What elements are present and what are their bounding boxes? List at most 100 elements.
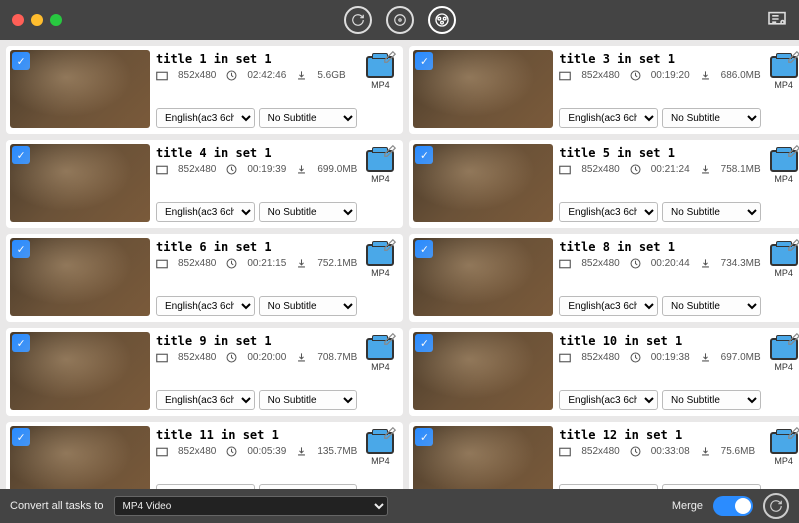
resolution-icon (559, 259, 571, 269)
format-badge-label: MP4 (774, 456, 793, 466)
resolution-icon (156, 71, 168, 81)
size-value: 5.6GB (317, 70, 345, 81)
disc-tab[interactable] (386, 6, 414, 34)
start-convert-button[interactable] (763, 493, 789, 519)
subtitle-select[interactable]: No Subtitle (259, 108, 358, 128)
select-checkbox[interactable]: ✓ (415, 52, 433, 70)
subtitle-select[interactable]: No Subtitle (662, 296, 761, 316)
duration-value: 00:33:08 (651, 446, 690, 457)
select-checkbox[interactable]: ✓ (415, 146, 433, 164)
thumbnail[interactable]: ✓ (10, 238, 150, 316)
size-value: 734.3MB (721, 258, 761, 269)
task-title: title 5 in set 1 (559, 146, 760, 160)
select-checkbox[interactable]: ✓ (12, 240, 30, 258)
close-window-button[interactable] (12, 14, 24, 26)
task-title: title 4 in set 1 (156, 146, 357, 160)
size-value: 135.7MB (317, 446, 357, 457)
thumbnail[interactable]: ✓ (413, 426, 553, 489)
resolution-icon (559, 353, 571, 363)
select-checkbox[interactable]: ✓ (12, 52, 30, 70)
resolution-value: 852x480 (581, 70, 619, 81)
select-checkbox[interactable]: ✓ (12, 146, 30, 164)
download-icon (700, 352, 711, 363)
task-card: ✓ title 12 in set 1 852x480 00:33:08 75.… (409, 422, 799, 489)
edit-icon[interactable] (383, 238, 397, 255)
edit-icon[interactable] (787, 238, 799, 255)
audio-track-select[interactable]: English(ac3 6ch) (156, 108, 255, 128)
resolution-icon (156, 353, 168, 363)
thumbnail[interactable]: ✓ (413, 144, 553, 222)
select-checkbox[interactable]: ✓ (415, 334, 433, 352)
thumbnail[interactable]: ✓ (10, 144, 150, 222)
task-title: title 8 in set 1 (559, 240, 760, 254)
resolution-value: 852x480 (178, 164, 216, 175)
format-badge-label: MP4 (774, 268, 793, 278)
task-title: title 12 in set 1 (559, 428, 760, 442)
audio-track-select[interactable]: English(ac3 6ch) (559, 390, 658, 410)
thumbnail[interactable]: ✓ (10, 426, 150, 489)
download-icon (700, 164, 711, 175)
subtitle-select[interactable]: No Subtitle (662, 484, 761, 489)
download-icon (700, 446, 711, 457)
duration-value: 02:42:46 (247, 70, 286, 81)
resolution-value: 852x480 (178, 446, 216, 457)
task-title: title 9 in set 1 (156, 334, 357, 348)
select-checkbox[interactable]: ✓ (415, 428, 433, 446)
clock-icon (226, 70, 237, 81)
duration-value: 00:20:00 (247, 352, 286, 363)
audio-track-select[interactable]: English(ac3 6ch) (559, 108, 658, 128)
subtitle-select[interactable]: No Subtitle (662, 108, 761, 128)
thumbnail[interactable]: ✓ (413, 238, 553, 316)
thumbnail[interactable]: ✓ (10, 50, 150, 128)
audio-track-select[interactable]: English(ac3 6ch) (559, 202, 658, 222)
subtitle-select[interactable]: No Subtitle (259, 390, 358, 410)
edit-icon[interactable] (787, 332, 799, 349)
minimize-window-button[interactable] (31, 14, 43, 26)
download-icon (700, 258, 711, 269)
subtitle-select[interactable]: No Subtitle (259, 202, 358, 222)
subtitle-select[interactable]: No Subtitle (259, 484, 358, 489)
task-card: ✓ title 1 in set 1 852x480 02:42:46 5.6G… (6, 46, 403, 134)
thumbnail[interactable]: ✓ (413, 332, 553, 410)
duration-value: 00:19:38 (651, 352, 690, 363)
format-badge-label: MP4 (371, 268, 390, 278)
clock-icon (630, 446, 641, 457)
thumbnail[interactable]: ✓ (413, 50, 553, 128)
merge-toggle[interactable] (713, 496, 753, 516)
size-value: 758.1MB (721, 164, 761, 175)
thumbnail[interactable]: ✓ (10, 332, 150, 410)
video-tab[interactable] (428, 6, 456, 34)
task-title: title 3 in set 1 (559, 52, 760, 66)
edit-icon[interactable] (383, 332, 397, 349)
edit-icon[interactable] (787, 426, 799, 443)
select-checkbox[interactable]: ✓ (12, 334, 30, 352)
audio-track-select[interactable]: English(ac3 6ch) (156, 202, 255, 222)
edit-icon[interactable] (383, 144, 397, 161)
edit-icon[interactable] (383, 50, 397, 67)
audio-track-select[interactable]: English(ac3 2ch) (559, 484, 658, 489)
audio-track-select[interactable]: English(ac3 6ch) (156, 296, 255, 316)
duration-value: 00:19:20 (651, 70, 690, 81)
size-value: 752.1MB (317, 258, 357, 269)
playlist-icon[interactable] (767, 11, 787, 30)
resolution-icon (559, 165, 571, 175)
subtitle-select[interactable]: No Subtitle (662, 202, 761, 222)
refresh-tab[interactable] (344, 6, 372, 34)
size-value: 708.7MB (317, 352, 357, 363)
zoom-window-button[interactable] (50, 14, 62, 26)
output-format-select[interactable]: MP4 Video (114, 496, 388, 516)
subtitle-select[interactable]: No Subtitle (259, 296, 358, 316)
audio-track-select[interactable]: English(ac3 2ch) (156, 484, 255, 489)
subtitle-select[interactable]: No Subtitle (662, 390, 761, 410)
task-card: ✓ title 10 in set 1 852x480 00:19:38 697… (409, 328, 799, 416)
select-checkbox[interactable]: ✓ (12, 428, 30, 446)
clock-icon (226, 164, 237, 175)
select-checkbox[interactable]: ✓ (415, 240, 433, 258)
resolution-value: 852x480 (581, 164, 619, 175)
edit-icon[interactable] (787, 144, 799, 161)
audio-track-select[interactable]: English(ac3 6ch) (156, 390, 255, 410)
audio-track-select[interactable]: English(ac3 6ch) (559, 296, 658, 316)
resolution-icon (559, 447, 571, 457)
edit-icon[interactable] (383, 426, 397, 443)
edit-icon[interactable] (787, 50, 799, 67)
